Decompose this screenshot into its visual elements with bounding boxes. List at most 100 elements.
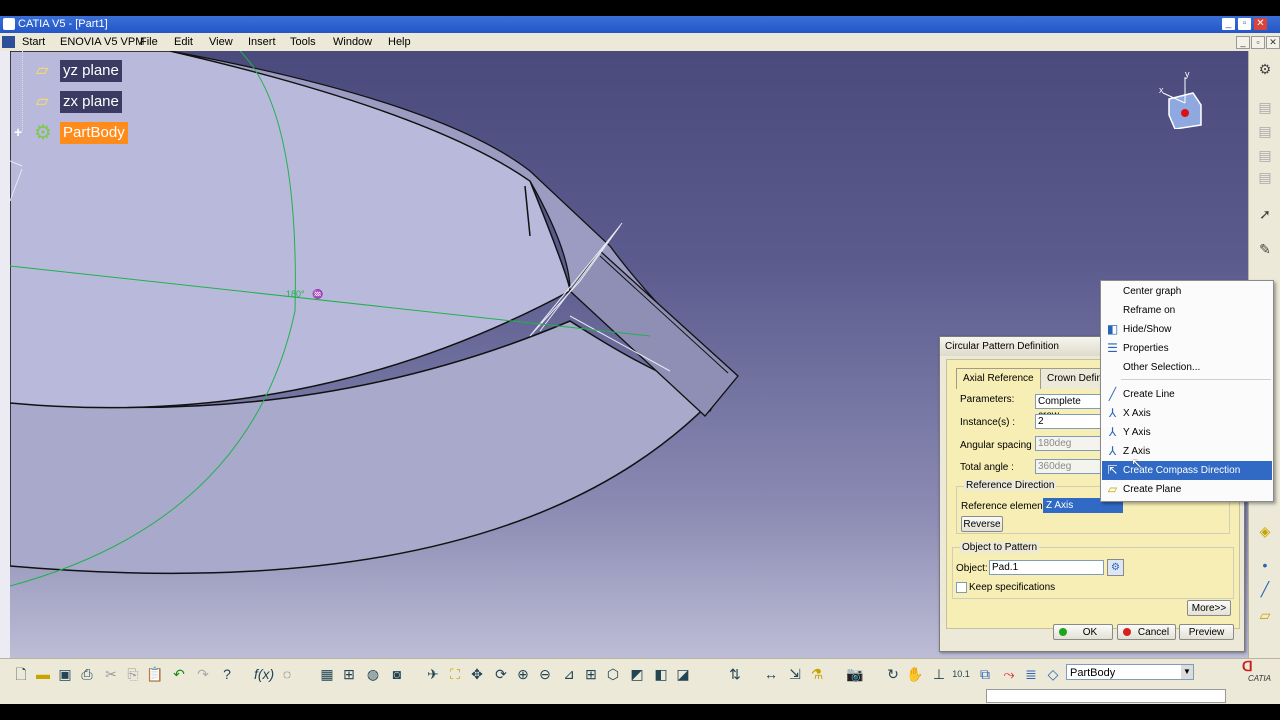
rotate-view-icon[interactable]: ↻ (884, 665, 902, 683)
whats-this-icon[interactable]: ? (218, 665, 236, 683)
grid-icon[interactable]: 10.1 (952, 665, 970, 683)
menu-insert[interactable]: Insert (248, 36, 276, 48)
total-angle-field[interactable]: 360deg (1035, 459, 1105, 474)
normal-view-icon[interactable]: ⊿ (560, 665, 578, 683)
hand-icon[interactable]: ✋ (906, 665, 924, 683)
menu-item-z-axis[interactable]: ⅄ Z Axis (1102, 442, 1272, 461)
menu-item-properties[interactable]: ☰ Properties (1102, 339, 1272, 358)
table-icon[interactable]: ▦ (318, 665, 336, 683)
keep-specifications-checkbox[interactable] (956, 582, 967, 593)
redo-icon[interactable]: ↷ (194, 665, 212, 683)
undo-icon[interactable]: ↶ (170, 665, 188, 683)
toolbar-icon-4[interactable]: ▤ (1257, 169, 1273, 185)
layer-icon[interactable]: ⧉ (976, 665, 994, 683)
copy-icon[interactable]: ⎘ (124, 665, 142, 683)
tab-axial-reference[interactable]: Axial Reference (956, 368, 1041, 389)
menu-edit[interactable]: Edit (174, 36, 193, 48)
point-icon[interactable]: • (1257, 557, 1273, 573)
menu-window[interactable]: Window (333, 36, 372, 48)
doc-close-icon[interactable]: ✕ (1266, 36, 1280, 49)
formula-icon[interactable]: f(x) (254, 665, 274, 683)
menu-item-x-axis[interactable]: ⅄ X Axis (1102, 404, 1272, 423)
update-icon[interactable]: ⇅ (726, 665, 744, 683)
toolbar-icon-3[interactable]: ▤ (1257, 147, 1273, 163)
annotation-icon[interactable]: ⤳ (1000, 665, 1018, 683)
hide-show-toolbar-icon[interactable]: ◧ (652, 665, 670, 683)
menu-item-create-plane[interactable]: ▱ Create Plane (1102, 480, 1272, 499)
maximize-icon[interactable]: ▫ (1238, 18, 1251, 30)
iso-view-icon[interactable]: ⬡ (604, 665, 622, 683)
fit-all-icon[interactable]: ⛶ (446, 665, 464, 683)
settings-gear-icon[interactable]: ⚙ (1257, 61, 1273, 77)
expand-icon[interactable]: + (14, 124, 22, 140)
select-arrow-icon[interactable]: ➚ (1257, 206, 1273, 222)
ok-button[interactable]: OK (1053, 624, 1113, 640)
axis-system-icon[interactable]: ⊥ (930, 665, 948, 683)
preview-button[interactable]: Preview (1179, 624, 1234, 640)
menu-view[interactable]: View (209, 36, 233, 48)
menu-item-create-compass-direction[interactable]: ⇱ Create Compass Direction (1102, 461, 1272, 480)
paste-icon[interactable]: 📋 (146, 665, 164, 683)
zoom-out-icon[interactable]: ⊖ (536, 665, 554, 683)
rotate-icon[interactable]: ⟳ (492, 665, 510, 683)
command-input[interactable] (986, 689, 1226, 703)
plane-tool-icon[interactable]: ▱ (1257, 607, 1273, 623)
menu-tools[interactable]: Tools (290, 36, 316, 48)
object-picker-icon[interactable]: ⚙ (1107, 559, 1124, 576)
parameters-select[interactable]: Complete crow (1035, 394, 1105, 421)
doc-minimize-icon[interactable]: _ (1236, 36, 1250, 49)
menu-enovia[interactable]: ENOVIA V5 VPM (60, 36, 144, 48)
zoom-in-icon[interactable]: ⊕ (514, 665, 532, 683)
close-icon[interactable]: ✕ (1254, 18, 1267, 30)
multi-view-icon[interactable]: ⊞ (582, 665, 600, 683)
tree-item-yz-plane[interactable]: yz plane (60, 60, 122, 82)
instances-field[interactable]: 2 (1035, 414, 1105, 429)
swap-space-icon[interactable]: ◪ (674, 665, 692, 683)
cut-icon[interactable]: ✂ (102, 665, 120, 683)
menu-item-other-selection[interactable]: Other Selection... (1102, 358, 1272, 377)
toolbar-icon-1[interactable]: ▤ (1257, 99, 1273, 115)
knowledge-icon[interactable]: ◌ (278, 665, 296, 683)
minimize-icon[interactable]: _ (1222, 18, 1235, 30)
menu-item-create-line[interactable]: ╱ Create Line (1102, 385, 1272, 404)
pan-icon[interactable]: ✥ (468, 665, 486, 683)
save-icon[interactable]: ▣ (56, 665, 74, 683)
reverse-button[interactable]: Reverse (961, 516, 1003, 532)
new-file-icon[interactable]: 🗋 (12, 665, 30, 683)
compass-widget[interactable]: y x (1155, 69, 1215, 130)
menu-start[interactable]: Start (22, 36, 45, 48)
properties-list-icon[interactable]: ≣ (1022, 665, 1040, 683)
cancel-button[interactable]: Cancel (1117, 624, 1176, 640)
sketch-icon[interactable]: ✎ (1257, 241, 1273, 257)
compass-x-label: x (1159, 85, 1164, 95)
tab-crown-definition[interactable]: Crown Defin (1040, 368, 1110, 389)
capture-icon[interactable]: 📷 (846, 665, 864, 683)
toolbar-icon-2[interactable]: ▤ (1257, 123, 1273, 139)
layers-icon[interactable]: ◈ (1257, 523, 1273, 539)
menu-item-hide-show[interactable]: ◧ Hide/Show (1102, 320, 1272, 339)
menu-file[interactable]: File (140, 36, 158, 48)
catalog-icon[interactable]: ◍ (364, 665, 382, 683)
body-icon[interactable]: ◇ (1044, 665, 1062, 683)
menu-item-reframe-on[interactable]: Reframe on (1102, 301, 1272, 320)
menu-help[interactable]: Help (388, 36, 411, 48)
measure-item-icon[interactable]: ⇲ (786, 665, 804, 683)
line-tool-icon[interactable]: ╱ (1257, 581, 1273, 597)
more-button[interactable]: More>> (1187, 600, 1231, 616)
open-folder-icon[interactable]: ▬ (34, 665, 52, 683)
tree-icon[interactable]: ⊞ (340, 665, 358, 683)
shading-icon[interactable]: ◩ (628, 665, 646, 683)
fly-mode-icon[interactable]: ✈ (424, 665, 442, 683)
measure-between-icon[interactable]: ↔ (762, 665, 780, 683)
analysis-icon[interactable]: ◙ (388, 665, 406, 683)
menu-item-y-axis[interactable]: ⅄ Y Axis (1102, 423, 1272, 442)
tree-item-partbody[interactable]: PartBody (60, 122, 128, 144)
print-icon[interactable]: ⎙ (78, 665, 96, 683)
angular-spacing-field[interactable]: 180deg (1035, 436, 1105, 451)
menu-item-center-graph[interactable]: Center graph (1102, 282, 1272, 301)
object-field[interactable]: Pad.1 (989, 560, 1104, 575)
tree-item-zx-plane[interactable]: zx plane (60, 91, 122, 113)
doc-restore-icon[interactable]: ▫ (1251, 36, 1265, 49)
current-body-select[interactable]: PartBody ▼ (1066, 664, 1194, 680)
inertia-icon[interactable]: ⚗ (808, 665, 826, 683)
